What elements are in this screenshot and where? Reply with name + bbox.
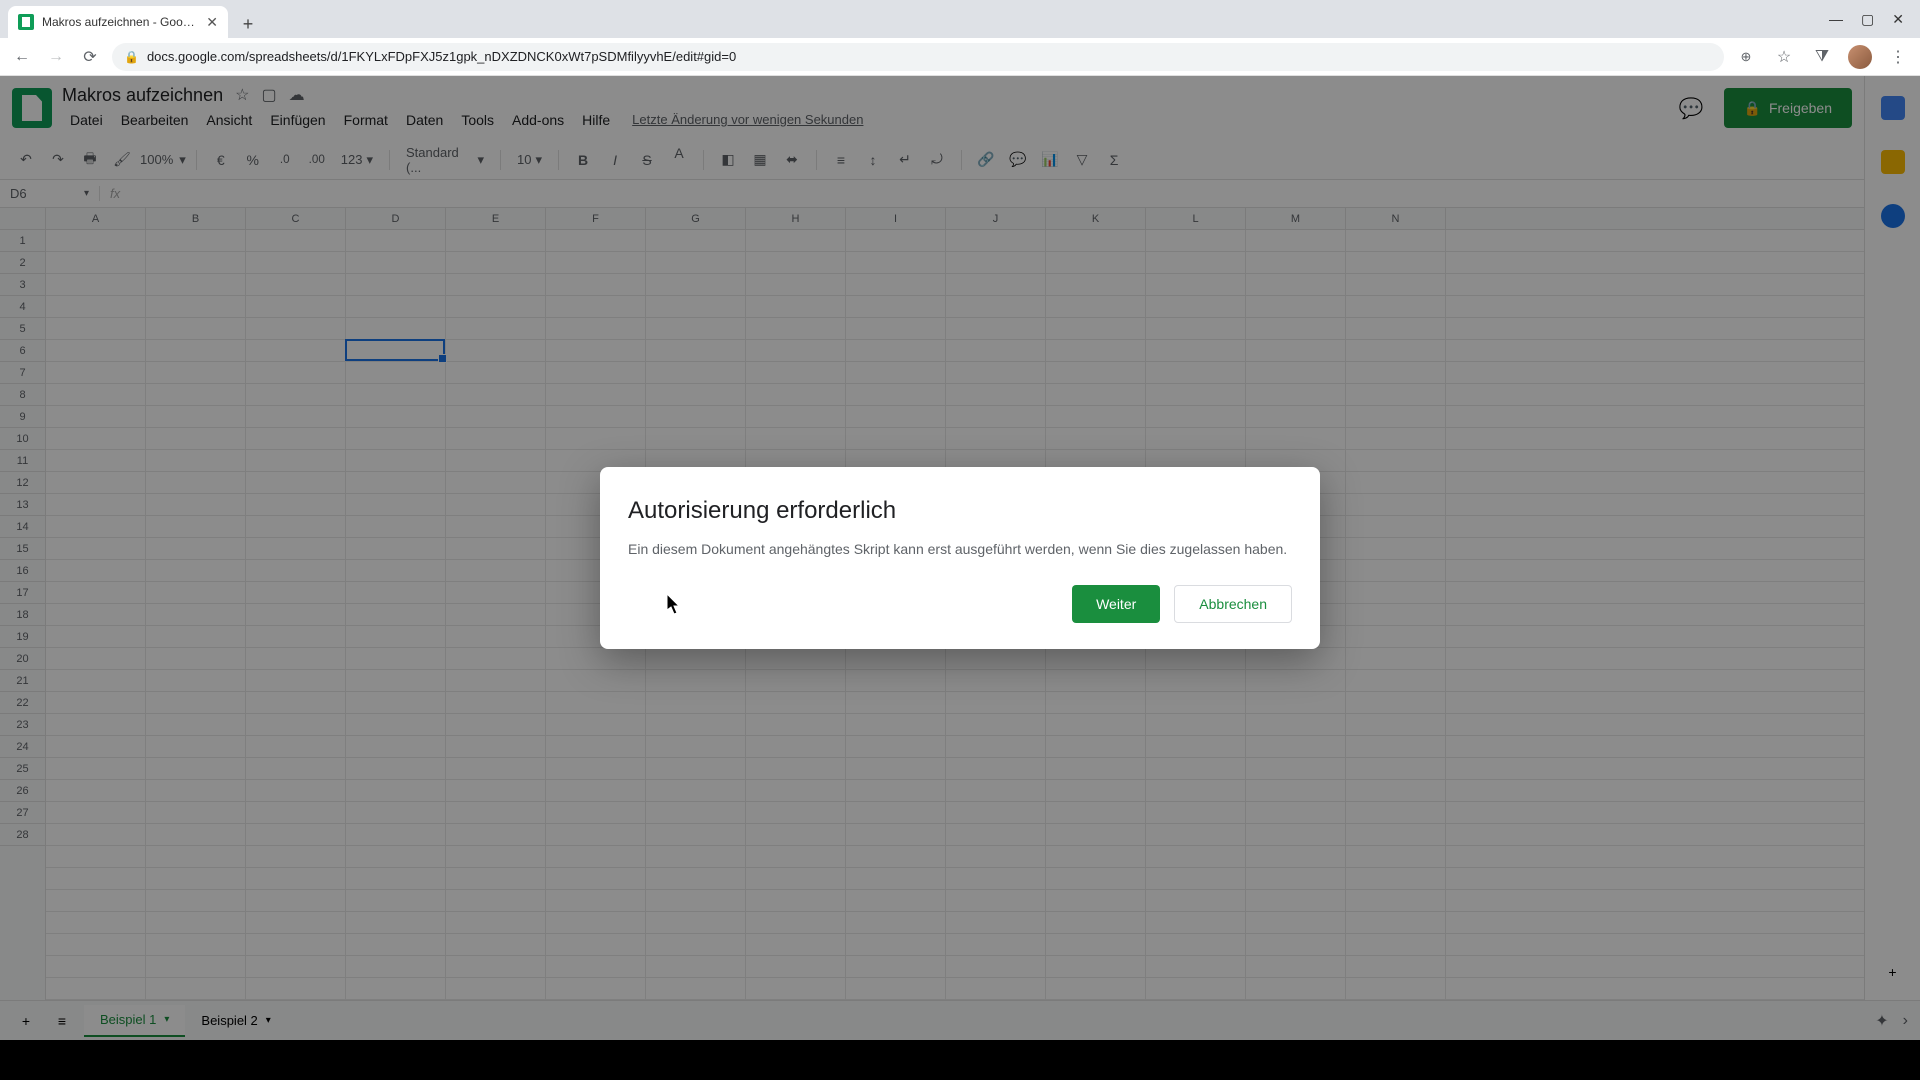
url-input[interactable]: 🔒 docs.google.com/spreadsheets/d/1FKYLxF…: [112, 43, 1724, 71]
zoom-icon[interactable]: ⊕: [1734, 45, 1758, 69]
browser-tab-bar: Makros aufzeichnen - Google Ta ✕ + — ▢ ✕: [0, 0, 1920, 38]
browser-address-bar: ← → ⟳ 🔒 docs.google.com/spreadsheets/d/1…: [0, 38, 1920, 76]
lock-icon: 🔒: [124, 50, 139, 64]
star-icon[interactable]: ☆: [1772, 45, 1796, 69]
dialog-body: Ein diesem Dokument angehängtes Skript k…: [628, 541, 1292, 557]
cancel-button[interactable]: Abbrechen: [1174, 585, 1292, 623]
authorization-dialog: Autorisierung erforderlich Ein diesem Do…: [600, 467, 1320, 649]
dialog-title: Autorisierung erforderlich: [628, 497, 1292, 525]
minimize-window-icon[interactable]: —: [1829, 11, 1843, 27]
black-letterbox: [0, 1040, 1920, 1080]
browser-profile-avatar[interactable]: [1848, 45, 1872, 69]
browser-tab[interactable]: Makros aufzeichnen - Google Ta ✕: [8, 6, 228, 38]
forward-icon[interactable]: →: [44, 45, 68, 69]
new-tab-button[interactable]: +: [234, 10, 262, 38]
back-icon[interactable]: ←: [10, 45, 34, 69]
browser-menu-icon[interactable]: ⋮: [1886, 45, 1910, 69]
modal-overlay: Autorisierung erforderlich Ein diesem Do…: [0, 76, 1920, 1040]
close-tab-icon[interactable]: ✕: [206, 14, 218, 31]
maximize-window-icon[interactable]: ▢: [1861, 11, 1874, 28]
tab-title: Makros aufzeichnen - Google Ta: [42, 15, 198, 29]
reload-icon[interactable]: ⟳: [78, 45, 102, 69]
sheets-favicon-icon: [18, 14, 34, 30]
url-text: docs.google.com/spreadsheets/d/1FKYLxFDp…: [147, 49, 736, 64]
continue-button[interactable]: Weiter: [1072, 585, 1160, 623]
extensions-icon[interactable]: ⧩: [1810, 45, 1834, 69]
mouse-cursor: [667, 594, 683, 621]
close-window-icon[interactable]: ✕: [1892, 11, 1904, 28]
